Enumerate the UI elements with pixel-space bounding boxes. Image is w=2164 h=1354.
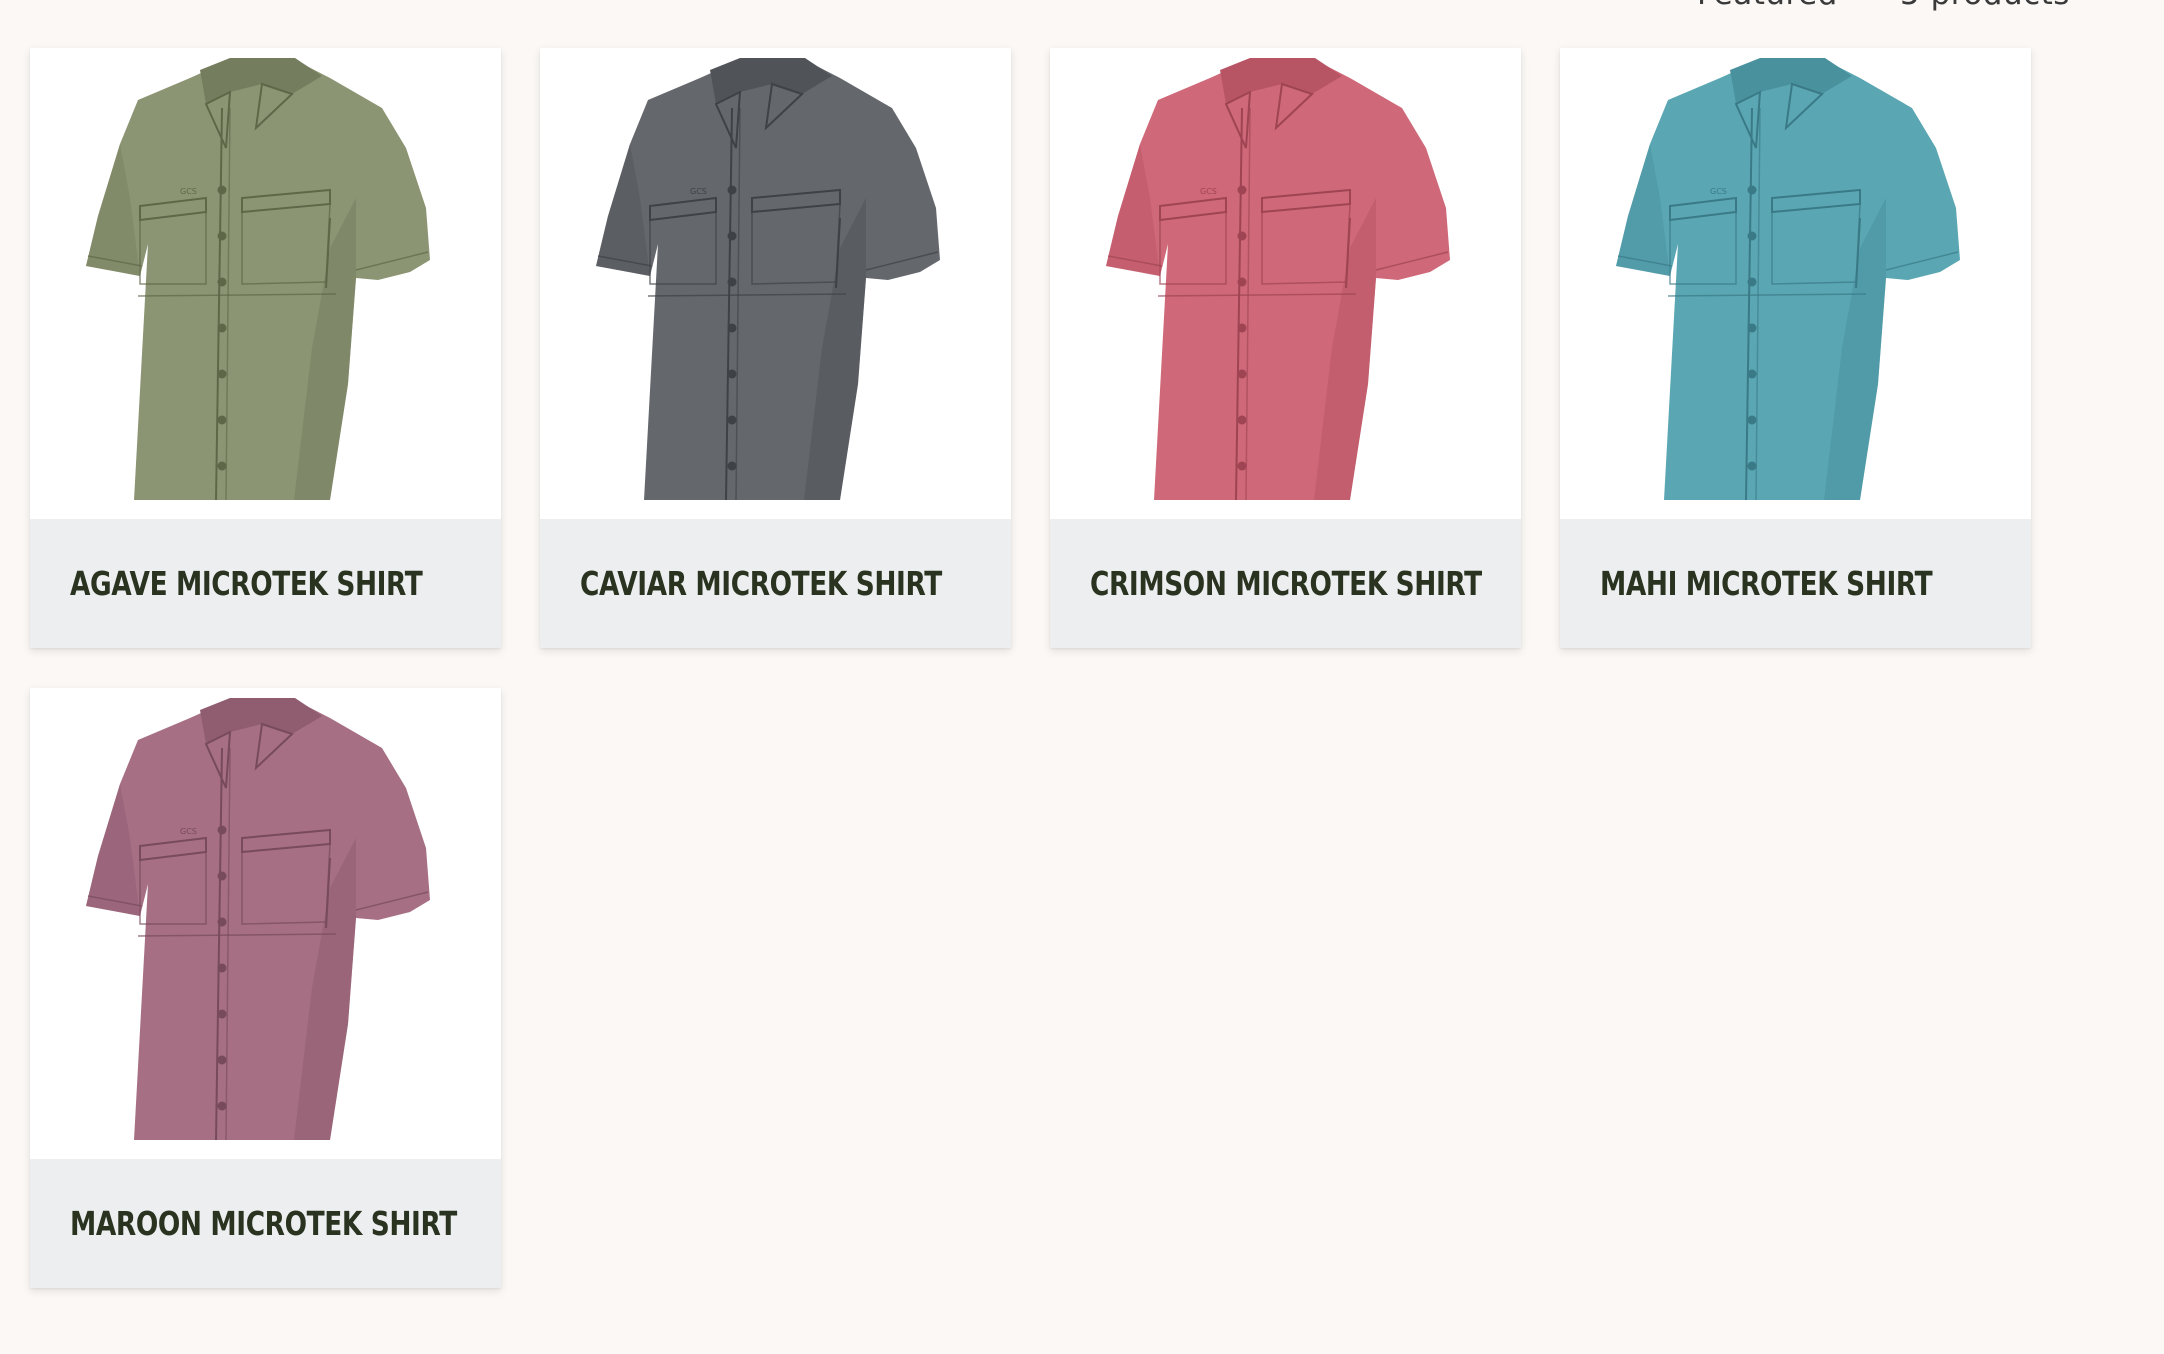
product-image[interactable]: GCS <box>1050 48 1521 519</box>
product-card-footer: CAVIAR MICROTEK SHIRT <box>540 519 1011 648</box>
product-card[interactable]: GCS MAHI MICROTEK SHIRT <box>1560 48 2031 648</box>
product-card-footer: MAROON MICROTEK SHIRT <box>30 1159 501 1288</box>
product-title[interactable]: CRIMSON MICROTEK SHIRT <box>1090 519 1482 648</box>
product-card[interactable]: GCS MAROON MICROTEK SHIRT <box>30 688 501 1288</box>
sort-select[interactable]: Featured <box>1697 0 1838 12</box>
collection-toolbar: Featured 5 products <box>0 0 2164 40</box>
product-card[interactable]: GCS AGAVE MICROTEK SHIRT <box>30 48 501 648</box>
product-card-footer: MAHI MICROTEK SHIRT <box>1560 519 2031 648</box>
shirt-icon: GCS <box>1616 58 1960 501</box>
svg-text:GCS: GCS <box>180 827 197 836</box>
product-image[interactable]: GCS <box>30 48 501 519</box>
product-title[interactable]: MAHI MICROTEK SHIRT <box>1600 519 1933 648</box>
product-title[interactable]: CAVIAR MICROTEK SHIRT <box>580 519 942 648</box>
shirt-icon: GCS <box>596 58 940 501</box>
svg-text:GCS: GCS <box>1710 187 1727 196</box>
product-image[interactable]: GCS <box>1560 48 2031 519</box>
product-card-footer: CRIMSON MICROTEK SHIRT <box>1050 519 1521 648</box>
svg-text:GCS: GCS <box>1200 187 1217 196</box>
product-count: 5 products <box>1900 0 2070 12</box>
product-title[interactable]: AGAVE MICROTEK SHIRT <box>70 519 423 648</box>
product-title[interactable]: MAROON MICROTEK SHIRT <box>70 1159 457 1288</box>
shirt-icon: GCS <box>86 58 430 501</box>
product-card[interactable]: GCS CRIMSON MICROTEK SHIRT <box>1050 48 1521 648</box>
shirt-icon: GCS <box>1106 58 1450 501</box>
product-image[interactable]: GCS <box>540 48 1011 519</box>
svg-text:GCS: GCS <box>180 187 197 196</box>
product-card[interactable]: GCS CAVIAR MICROTEK SHIRT <box>540 48 1011 648</box>
product-card-footer: AGAVE MICROTEK SHIRT <box>30 519 501 648</box>
product-image[interactable]: GCS <box>30 688 501 1159</box>
shirt-icon: GCS <box>86 698 430 1141</box>
svg-text:GCS: GCS <box>690 187 707 196</box>
